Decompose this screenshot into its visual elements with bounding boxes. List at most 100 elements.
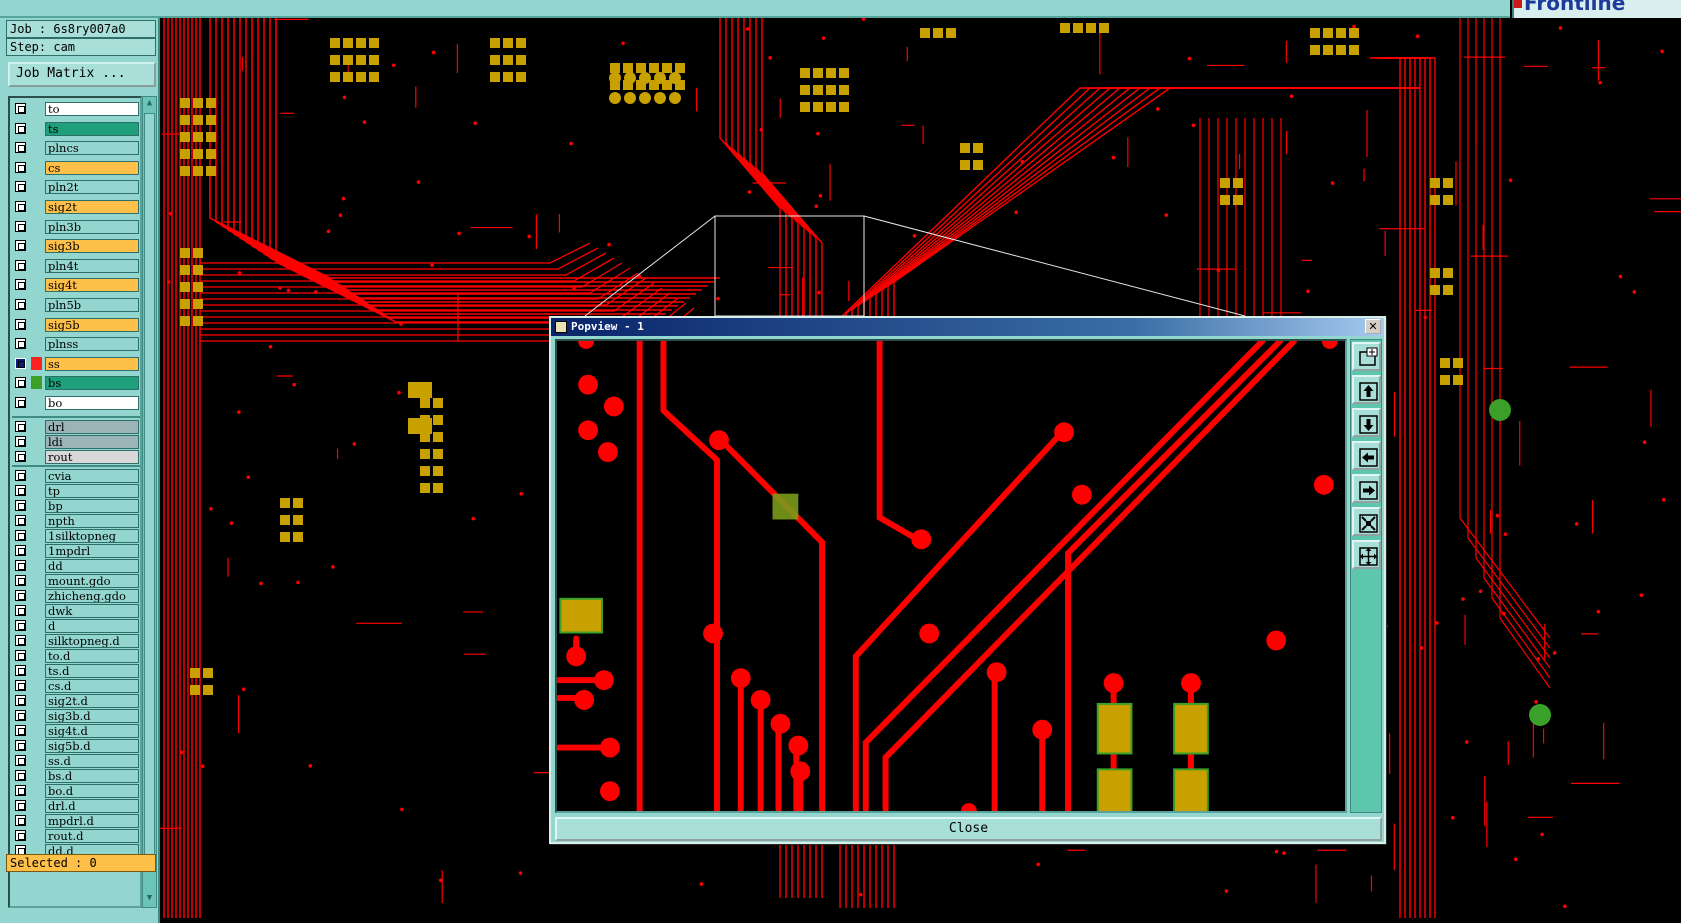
layer-checkbox[interactable] [15, 450, 26, 462]
layer-checkbox[interactable] [15, 259, 26, 271]
layer-name[interactable]: zhicheng.gdo [45, 588, 139, 603]
layer-name[interactable]: to [45, 102, 139, 116]
layer-row[interactable]: sig4t [12, 277, 140, 293]
layer-row[interactable]: dd [12, 558, 140, 573]
layer-checkbox[interactable] [15, 574, 26, 586]
layer-checkbox[interactable] [15, 589, 26, 601]
layer-row[interactable]: plnss [12, 336, 140, 352]
layer-name[interactable]: drl [45, 419, 139, 434]
layer-row[interactable]: mpdrl.d [12, 813, 140, 828]
layer-checkbox[interactable] [15, 122, 26, 134]
layer-name[interactable]: d [45, 618, 139, 633]
move-right-icon[interactable] [1352, 474, 1381, 503]
layer-list-scrollbar[interactable]: ▲ ▼ [142, 96, 157, 908]
layer-name[interactable]: cs [45, 160, 139, 175]
layer-name[interactable]: sig5b.d [45, 738, 139, 753]
layer-name[interactable]: bo.d [45, 783, 139, 798]
layer-checkbox[interactable] [15, 161, 26, 173]
layer-checkbox[interactable] [15, 377, 26, 389]
scroll-up-icon[interactable]: ▲ [144, 98, 155, 109]
layer-row[interactable]: npth [12, 513, 140, 528]
zoom-fit-icon[interactable] [1352, 507, 1381, 536]
layer-row[interactable]: drl.d [12, 798, 140, 813]
layer-name[interactable]: dwk [45, 603, 139, 618]
layer-checkbox[interactable] [15, 201, 26, 212]
layer-name[interactable]: pln4t [45, 258, 139, 273]
layer-checkbox[interactable] [15, 240, 26, 252]
layer-name[interactable]: drl.d [45, 798, 139, 813]
layer-name[interactable]: sig2t.d [45, 693, 139, 708]
layer-name[interactable]: sig3b [45, 239, 139, 254]
layer-checkbox[interactable] [15, 220, 26, 232]
layer-row[interactable]: ts [12, 121, 140, 136]
layer-row[interactable]: rout [12, 449, 140, 464]
layer-name[interactable]: ss.d [45, 753, 139, 768]
layer-name[interactable]: sig5b [45, 317, 139, 332]
layer-row[interactable]: sig3b [12, 238, 140, 254]
layer-row[interactable]: sig4t.d [12, 723, 140, 738]
layer-checkbox[interactable] [15, 829, 26, 841]
layer-row[interactable]: drl [12, 419, 140, 434]
popview-titlebar[interactable]: Popview - 1 [551, 318, 1384, 336]
layer-checkbox[interactable] [15, 604, 26, 616]
layer-checkbox[interactable] [15, 103, 26, 114]
layer-name[interactable]: sig3b.d [45, 708, 139, 723]
layer-checkbox[interactable] [15, 694, 26, 706]
move-down-icon[interactable] [1352, 408, 1381, 437]
layer-row[interactable]: sig2t [12, 199, 140, 214]
layer-row[interactable]: to [12, 101, 140, 116]
layer-row[interactable]: 1mpdrl [12, 543, 140, 558]
layer-name[interactable]: sig4t [45, 278, 139, 293]
popview-close-button[interactable]: Close [555, 817, 1382, 841]
layer-name[interactable]: to.d [45, 648, 139, 663]
layer-name[interactable]: npth [45, 513, 139, 528]
layer-row[interactable]: bo.d [12, 783, 140, 798]
layer-name[interactable]: mount.gdo [45, 573, 139, 588]
layer-name[interactable]: bp [45, 498, 139, 513]
zoom-home-icon[interactable] [1352, 540, 1381, 569]
layer-checkbox[interactable] [15, 338, 26, 350]
layer-row[interactable]: ss [12, 356, 140, 371]
close-icon[interactable]: ✕ [1365, 319, 1381, 334]
layer-name[interactable]: ldi [45, 434, 139, 449]
layer-list[interactable]: to ts plncs cs pln2t sig2t pln3b sig3b pln4t sig4… [8, 96, 142, 908]
layer-checkbox[interactable] [15, 499, 26, 511]
layer-checkbox[interactable] [15, 709, 26, 721]
layer-name[interactable]: plncs [45, 141, 139, 156]
layer-row[interactable]: plncs [12, 140, 140, 156]
layer-name[interactable]: rout.d [45, 828, 139, 843]
layer-row[interactable]: sig5b.d [12, 738, 140, 753]
layer-row[interactable]: rout.d [12, 828, 140, 843]
layer-row[interactable]: ts.d [12, 663, 140, 678]
layer-row[interactable]: pln4t [12, 258, 140, 273]
layer-checkbox[interactable] [15, 784, 26, 796]
layer-row[interactable]: to.d [12, 648, 140, 663]
layer-row[interactable]: cs [12, 160, 140, 175]
layer-name[interactable]: dd [45, 558, 139, 573]
layer-name[interactable]: cvia [45, 468, 139, 483]
popview-canvas[interactable] [555, 339, 1347, 813]
layer-checkbox[interactable] [15, 279, 26, 291]
layer-checkbox[interactable] [15, 724, 26, 736]
layer-checkbox[interactable] [15, 469, 26, 481]
layer-checkbox[interactable] [15, 814, 26, 826]
layer-row[interactable]: ss.d [12, 753, 140, 768]
job-matrix-button[interactable]: Job Matrix ... [8, 62, 156, 87]
layer-name[interactable]: plnss [45, 337, 139, 352]
move-up-icon[interactable] [1352, 375, 1381, 404]
layer-name[interactable]: pln2t [45, 180, 139, 195]
layer-name[interactable]: bs.d [45, 768, 139, 783]
layer-checkbox[interactable] [15, 299, 26, 310]
layer-checkbox[interactable] [15, 649, 26, 661]
layer-name[interactable]: bs [45, 376, 139, 391]
layer-checkbox[interactable] [15, 397, 26, 408]
layer-row[interactable]: silktopneg.d [12, 633, 140, 648]
layer-row[interactable]: bs.d [12, 768, 140, 783]
layer-name[interactable]: ts [45, 121, 139, 136]
layer-checkbox[interactable] [15, 514, 26, 526]
layer-row[interactable]: sig2t.d [12, 693, 140, 708]
scrollbar-thumb[interactable] [144, 113, 155, 863]
layer-row[interactable]: sig3b.d [12, 708, 140, 723]
zoom-in-icon[interactable] [1352, 342, 1381, 371]
layer-name[interactable]: 1silktopneg [45, 528, 139, 543]
